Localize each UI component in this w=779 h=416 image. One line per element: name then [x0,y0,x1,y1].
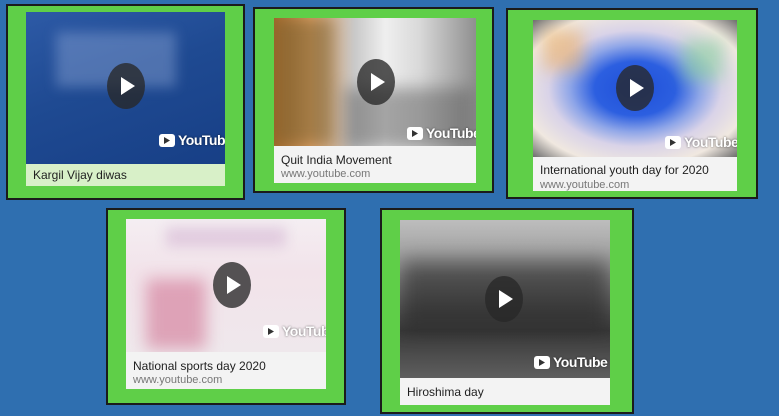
play-button[interactable] [107,63,145,109]
video-thumbnail[interactable]: YouTube [26,12,225,164]
video-caption[interactable]: International youth day for 2020 www.you… [533,157,737,191]
video-caption[interactable]: Quit India Movement www.youtube.com [274,146,476,183]
video-caption[interactable]: National sports day 2020 www.youtube.com [126,352,326,389]
youtube-logo-text: YouTube [426,125,476,141]
video-card-kargil-vijay-diwas[interactable]: YouTube Kargil Vijay diwas [6,4,245,200]
youtube-logo-text: YouTube [684,134,737,150]
video-thumbnail[interactable]: YouTube [400,220,610,378]
video-title[interactable]: National sports day 2020 [133,359,266,373]
video-url: www.youtube.com [281,168,371,180]
youtube-logo-icon [534,355,550,369]
youtube-logo: YouTube [263,323,326,339]
video-title[interactable]: Hiroshima day [407,385,484,399]
youtube-logo-icon [665,135,681,149]
video-card-quit-india-movement[interactable]: YouTube Quit India Movement www.youtube.… [253,7,494,193]
play-icon [120,77,135,95]
video-title[interactable]: International youth day for 2020 [540,163,709,177]
play-icon [498,290,513,308]
youtube-logo-text: YouTube [178,132,225,148]
video-thumbnail[interactable]: YouTube [274,18,476,146]
youtube-logo-icon [159,133,175,147]
video-card-national-sports-day[interactable]: YouTube National sports day 2020 www.you… [106,208,346,405]
youtube-logo-icon [407,126,423,140]
play-icon [629,79,644,97]
youtube-logo-text: YouTube [553,354,608,370]
play-button[interactable] [357,59,395,105]
video-url: www.youtube.com [540,179,630,191]
youtube-logo: YouTube [665,134,737,150]
video-caption[interactable]: Hiroshima day [400,378,610,405]
play-button[interactable] [213,262,251,308]
play-button[interactable] [485,276,523,322]
youtube-logo: YouTube [407,125,476,141]
video-card-international-youth-day[interactable]: YouTube International youth day for 2020… [506,8,758,199]
video-card-hiroshima-day[interactable]: YouTube Hiroshima day [380,208,634,414]
video-title[interactable]: Kargil Vijay diwas [33,168,127,182]
video-url: www.youtube.com [133,374,223,386]
video-thumbnail[interactable]: YouTube [126,219,326,352]
play-icon [370,73,385,91]
video-caption[interactable]: Kargil Vijay diwas [26,164,225,186]
youtube-logo: YouTube [534,354,608,370]
play-button[interactable] [616,65,654,111]
play-icon [226,276,241,294]
youtube-logo-icon [263,324,279,338]
video-title[interactable]: Quit India Movement [281,153,392,167]
video-thumbnail[interactable]: YouTube [533,20,737,157]
youtube-logo-text: YouTube [282,323,326,339]
youtube-logo: YouTube [159,132,225,148]
